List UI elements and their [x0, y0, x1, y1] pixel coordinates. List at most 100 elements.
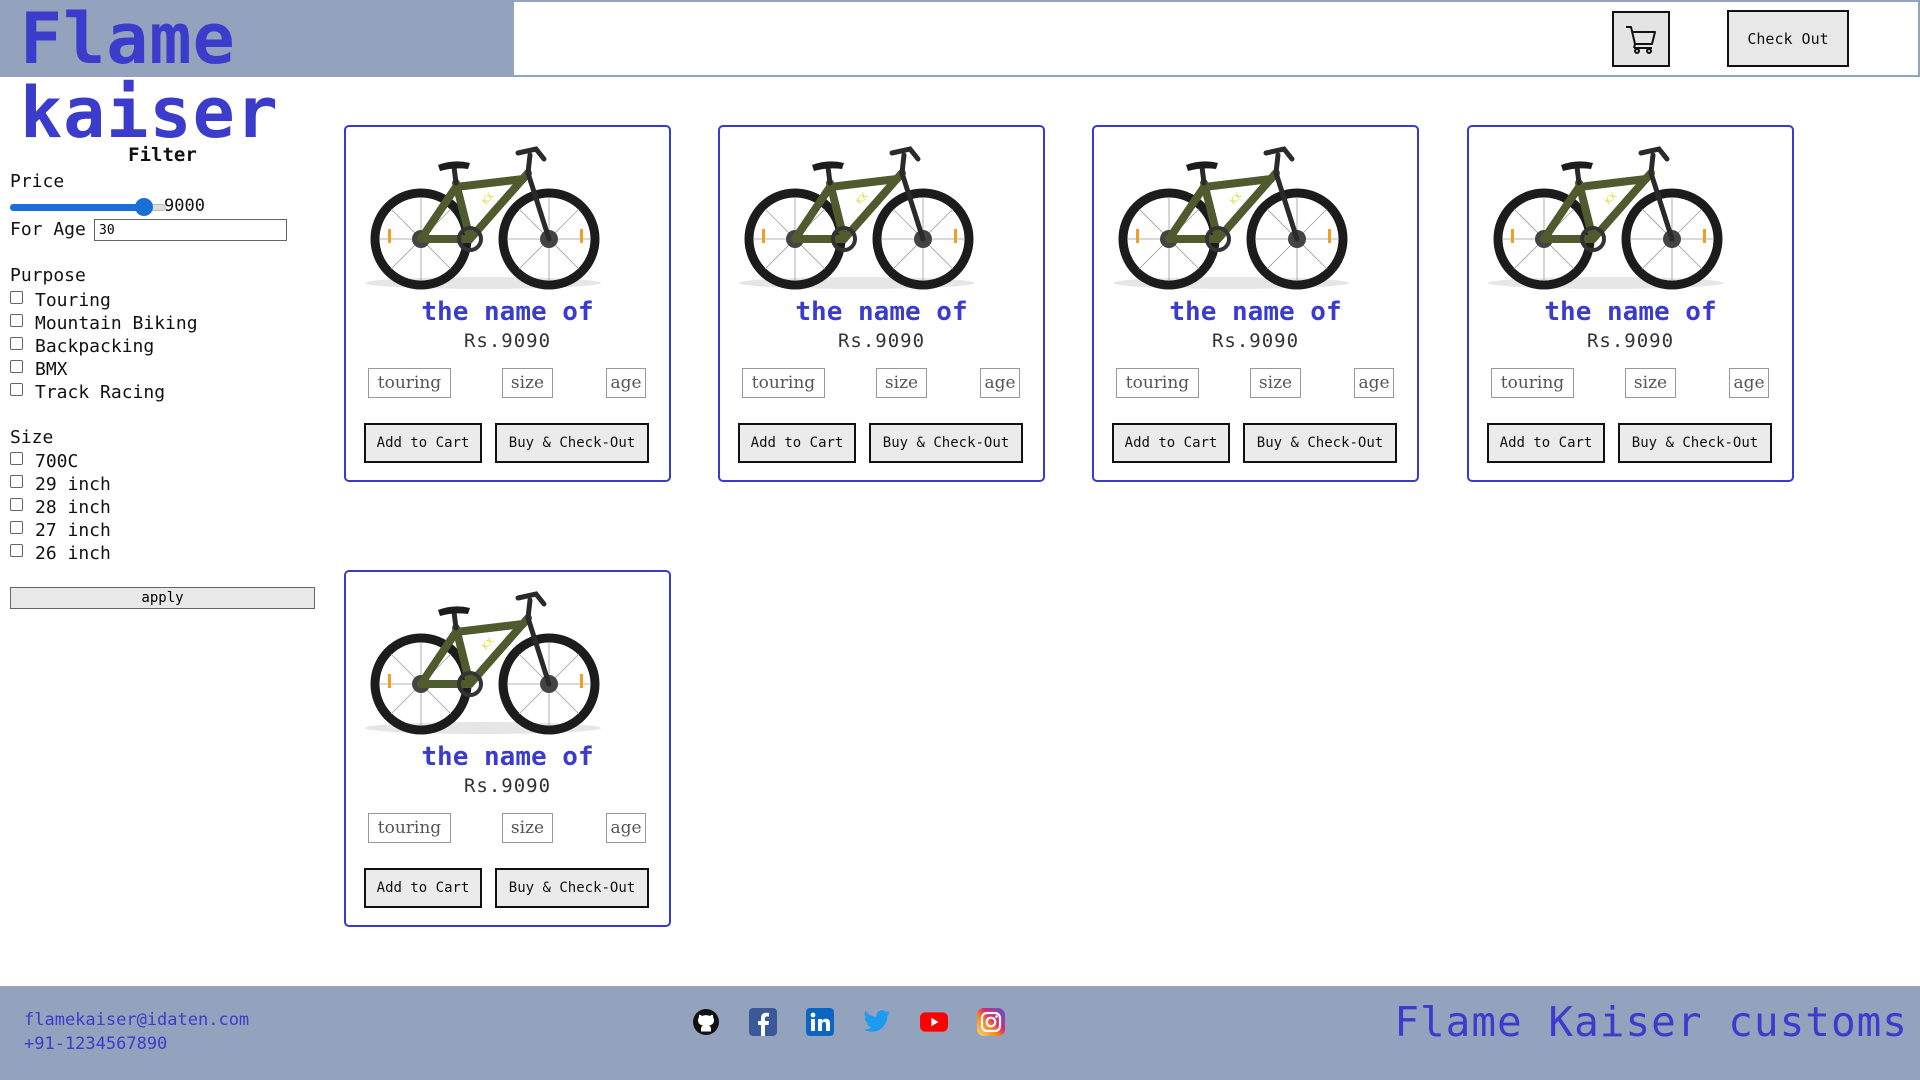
checkbox[interactable] [10, 520, 23, 534]
bicycle-image: KX [1481, 135, 1731, 295]
product-name[interactable]: the name of [346, 742, 669, 772]
checkbox[interactable] [10, 543, 23, 557]
age-tag: age [1729, 368, 1769, 398]
cart-icon [1626, 26, 1656, 54]
purpose-option-mountain-biking[interactable]: Mountain Biking [10, 312, 198, 334]
facebook-icon[interactable] [749, 1008, 777, 1036]
age-tag: age [606, 368, 646, 398]
top-bar [512, 0, 1920, 77]
price-slider-fill [10, 204, 145, 211]
cart-button[interactable] [1612, 11, 1670, 67]
buy-checkout-button[interactable]: Buy & Check-Out [495, 423, 649, 463]
size-tag: size [1250, 368, 1301, 398]
product-name[interactable]: the name of [1469, 297, 1792, 327]
youtube-icon[interactable] [920, 1008, 948, 1036]
add-to-cart-button[interactable]: Add to Cart [1487, 423, 1605, 463]
checkbox[interactable] [10, 313, 23, 327]
footer-email[interactable]: flamekaiser@idaten.com [24, 1010, 249, 1030]
size-option-700c[interactable]: 700C [10, 450, 78, 472]
checkbox[interactable] [10, 336, 23, 350]
purpose-tag: touring [1491, 368, 1574, 398]
svg-text:KX: KX [1604, 191, 1620, 207]
footer-phone[interactable]: +91-1234567890 [24, 1034, 167, 1054]
price-value: 9000 [164, 196, 205, 216]
product-card[interactable]: KX the name of Rs.9090 touring size age … [1092, 125, 1419, 482]
purpose-option-track-racing[interactable]: Track Racing [10, 381, 165, 403]
size-option-label: 29 inch [35, 473, 111, 495]
size-label: Size [10, 427, 54, 448]
purpose-option-label: Touring [35, 289, 111, 311]
product-card[interactable]: KX the name of Rs.9090 touring size age … [344, 125, 671, 482]
size-option-28[interactable]: 28 inch [10, 496, 111, 518]
size-option-label: 27 inch [35, 519, 111, 541]
purpose-option-label: BMX [35, 358, 68, 380]
size-option-29[interactable]: 29 inch [10, 473, 111, 495]
product-name[interactable]: the name of [346, 297, 669, 327]
bicycle-image: KX [358, 580, 608, 740]
purpose-option-touring[interactable]: Touring [10, 289, 111, 311]
size-option-26[interactable]: 26 inch [10, 542, 111, 564]
add-to-cart-button[interactable]: Add to Cart [738, 423, 856, 463]
twitter-icon[interactable] [863, 1008, 891, 1036]
product-price: Rs.9090 [1211, 330, 1300, 352]
linkedin-icon[interactable] [806, 1008, 834, 1036]
checkbox[interactable] [10, 382, 23, 396]
size-tag: size [502, 368, 553, 398]
product-name[interactable]: the name of [1094, 297, 1417, 327]
footer-tagline: Flame Kaiser customs [1394, 998, 1908, 1046]
bicycle-image: KX [358, 135, 608, 295]
buy-checkout-button[interactable]: Buy & Check-Out [869, 423, 1023, 463]
price-slider[interactable] [10, 196, 166, 216]
purpose-option-backpacking[interactable]: Backpacking [10, 335, 154, 357]
checkout-button[interactable]: Check Out [1727, 10, 1849, 67]
purpose-option-label: Backpacking [35, 335, 155, 357]
product-price: Rs.9090 [1586, 330, 1675, 352]
price-slider-thumb[interactable] [135, 198, 154, 216]
buy-checkout-button[interactable]: Buy & Check-Out [1618, 423, 1772, 463]
purpose-label: Purpose [10, 265, 86, 286]
checkbox[interactable] [10, 497, 23, 511]
add-to-cart-button[interactable]: Add to Cart [1112, 423, 1230, 463]
age-tag: age [980, 368, 1020, 398]
svg-text:KX: KX [481, 191, 497, 207]
product-card[interactable]: KX the name of Rs.9090 touring size age … [344, 570, 671, 927]
product-card[interactable]: KX the name of Rs.9090 touring size age … [718, 125, 1045, 482]
size-option-label: 28 inch [35, 496, 111, 518]
product-card[interactable]: KX the name of Rs.9090 touring size age … [1467, 125, 1794, 482]
size-tag: size [1625, 368, 1676, 398]
instagram-icon[interactable] [977, 1008, 1005, 1036]
checkbox[interactable] [10, 451, 23, 465]
add-to-cart-button[interactable]: Add to Cart [364, 423, 482, 463]
buy-checkout-button[interactable]: Buy & Check-Out [495, 868, 649, 908]
age-tag: age [1354, 368, 1394, 398]
age-tag: age [606, 813, 646, 843]
product-price: Rs.9090 [463, 775, 552, 797]
checkbox[interactable] [10, 290, 23, 304]
checkbox[interactable] [10, 359, 23, 373]
purpose-tag: touring [368, 368, 451, 398]
purpose-tag: touring [742, 368, 825, 398]
purpose-tag: touring [1116, 368, 1199, 398]
size-tag: size [876, 368, 927, 398]
purpose-option-bmx[interactable]: BMX [10, 358, 68, 380]
purpose-option-label: Mountain Biking [35, 312, 198, 334]
price-label: Price [10, 171, 65, 192]
bicycle-image: KX [732, 135, 982, 295]
social-links [692, 1008, 1005, 1036]
apply-button[interactable]: apply [10, 587, 315, 609]
product-name[interactable]: the name of [720, 297, 1043, 327]
size-option-27[interactable]: 27 inch [10, 519, 111, 541]
header: Flame kaiser Check Out [0, 0, 1920, 150]
svg-text:KX: KX [855, 191, 871, 207]
size-option-label: 26 inch [35, 542, 111, 564]
svg-text:KX: KX [1229, 191, 1245, 207]
add-to-cart-button[interactable]: Add to Cart [364, 868, 482, 908]
size-tag: size [502, 813, 553, 843]
buy-checkout-button[interactable]: Buy & Check-Out [1243, 423, 1397, 463]
footer: flamekaiser@idaten.com +91-1234567890 Fl… [0, 986, 1920, 1080]
age-label: For Age [10, 219, 86, 240]
svg-text:KX: KX [481, 636, 497, 652]
age-input[interactable] [94, 219, 287, 241]
checkbox[interactable] [10, 474, 23, 488]
github-icon[interactable] [692, 1008, 720, 1036]
